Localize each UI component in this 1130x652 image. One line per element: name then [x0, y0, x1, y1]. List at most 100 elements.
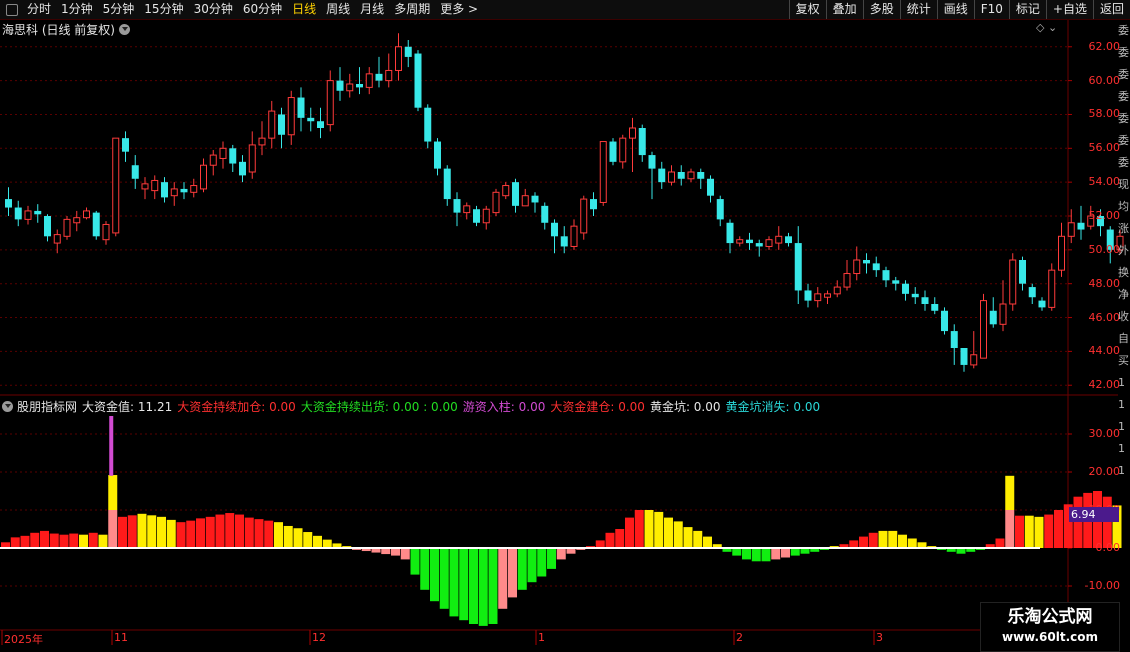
- indicator-bar: [410, 548, 420, 575]
- indicator-bar: [878, 530, 888, 548]
- indicator-bar: [615, 529, 625, 548]
- candle-body: [1048, 269, 1056, 308]
- side-panel-label: 委: [1118, 46, 1129, 59]
- candle-body: [609, 141, 617, 162]
- stock-title: 海思科 (日线 前复权): [2, 22, 115, 37]
- candle-body: [92, 212, 100, 237]
- candle-body: [1009, 259, 1017, 305]
- candle-body: [229, 148, 237, 164]
- indicator-bar: [274, 522, 283, 548]
- side-panel-label: 自: [1118, 332, 1129, 345]
- price-tick-label: 58.00: [1088, 107, 1121, 121]
- indicator-bar: [137, 513, 147, 548]
- indicator-bar: [732, 548, 742, 556]
- candle-body: [882, 270, 890, 281]
- candle-body: [141, 183, 149, 190]
- indicator-bar: [196, 518, 205, 548]
- date-tick-label: 12: [312, 631, 326, 644]
- side-panel-label: 现: [1118, 178, 1129, 191]
- candle-body: [590, 199, 597, 210]
- indicator-bar: [1015, 515, 1024, 548]
- candle-body: [278, 114, 285, 135]
- indicator-bar: [322, 539, 332, 548]
- candle-body: [248, 144, 256, 173]
- chart-corner-icons[interactable]: ◇ ⌄: [1036, 21, 1057, 34]
- indicator-bar: [1005, 510, 1015, 548]
- indicator-bar: [88, 532, 98, 548]
- indicator-bar: [166, 519, 176, 548]
- indicator-tick-label: 20.00: [1088, 465, 1121, 478]
- candle-body: [989, 310, 997, 325]
- chart-title-row: 海思科 (日线 前复权): [2, 20, 130, 38]
- candle-body: [775, 235, 783, 244]
- candle-body: [531, 195, 539, 203]
- candle-body: [824, 293, 831, 298]
- indicator-bar: [449, 548, 459, 617]
- candle-body: [44, 216, 51, 237]
- candle-body: [424, 107, 432, 142]
- candle-body: [73, 217, 81, 224]
- indicator-bar: [157, 516, 166, 548]
- side-panel-label: 外: [1118, 244, 1129, 257]
- indicator-bar: [303, 532, 313, 548]
- price-tick-label: 42.00: [1088, 378, 1121, 392]
- candle-body: [1028, 287, 1036, 298]
- indicator-bar: [673, 521, 683, 548]
- candle-body: [102, 223, 110, 241]
- candle-body: [551, 222, 558, 237]
- indicator-bar: [439, 548, 449, 609]
- side-panel-label: 1: [1118, 376, 1125, 389]
- kline-chart[interactable]: [0, 0, 1130, 650]
- price-tick-label: 56.00: [1088, 141, 1121, 155]
- candle-body: [911, 293, 919, 298]
- indicator-value: 黄金坑: 0.00: [649, 399, 721, 414]
- indicator-tick-label: -10.00: [1084, 579, 1120, 592]
- indicator-bar: [683, 527, 693, 548]
- candle-body: [63, 218, 71, 237]
- candle-body: [375, 73, 383, 81]
- indicator-bar: [225, 513, 235, 548]
- candle-body: [619, 137, 627, 163]
- candle-body: [872, 263, 880, 271]
- indicator-bar: [888, 530, 898, 548]
- indicator-bar: [547, 548, 556, 569]
- quote-side-panel[interactable]: 委委委委委委委现均涨外换净收自买11111: [1118, 20, 1130, 630]
- indicator-bar: [693, 530, 703, 548]
- side-panel-label: 委: [1118, 24, 1129, 37]
- indicator-bar: [30, 532, 40, 548]
- side-panel-label: 买: [1118, 354, 1129, 367]
- candle-body: [453, 199, 461, 213]
- candle-body: [843, 273, 851, 288]
- candle-body: [560, 236, 568, 247]
- chevron-down-icon[interactable]: [119, 23, 130, 35]
- indicator-bar: [907, 538, 917, 548]
- candle-body: [658, 168, 666, 183]
- candle-body: [941, 310, 948, 332]
- price-tick-label: 52.00: [1088, 209, 1121, 222]
- side-panel-label: 换: [1118, 266, 1129, 279]
- indicator-bar: [790, 548, 800, 556]
- candle-body: [404, 46, 412, 57]
- candle-body: [765, 239, 773, 247]
- indicator-bar: [205, 516, 215, 548]
- chevron-down-icon[interactable]: [2, 400, 13, 412]
- indicator-bar: [1034, 516, 1044, 548]
- indicator-bar: [108, 510, 118, 548]
- indicator-bar: [10, 537, 20, 548]
- side-panel-label: 委: [1118, 112, 1129, 125]
- candle-body: [258, 137, 266, 146]
- watermark-logo: 乐淘公式网 www.60lt.com: [980, 602, 1120, 652]
- candle-body: [746, 239, 753, 244]
- side-panel-label: 委: [1118, 134, 1129, 147]
- candle-body: [83, 210, 90, 219]
- candle-body: [726, 222, 734, 244]
- indicator-bar: [634, 510, 644, 548]
- side-panel-label: 涨: [1118, 222, 1129, 235]
- indicator-value: 大资金建仓: 0.00: [550, 399, 645, 414]
- candle-body: [599, 141, 607, 203]
- indicator-value: 黄金坑消失: 0.00: [725, 399, 821, 414]
- side-panel-label: 委: [1118, 90, 1129, 103]
- indicator-value: 大资金值: 11.21: [82, 399, 173, 414]
- date-tick-label: 1: [538, 631, 545, 644]
- candle-body: [122, 138, 129, 152]
